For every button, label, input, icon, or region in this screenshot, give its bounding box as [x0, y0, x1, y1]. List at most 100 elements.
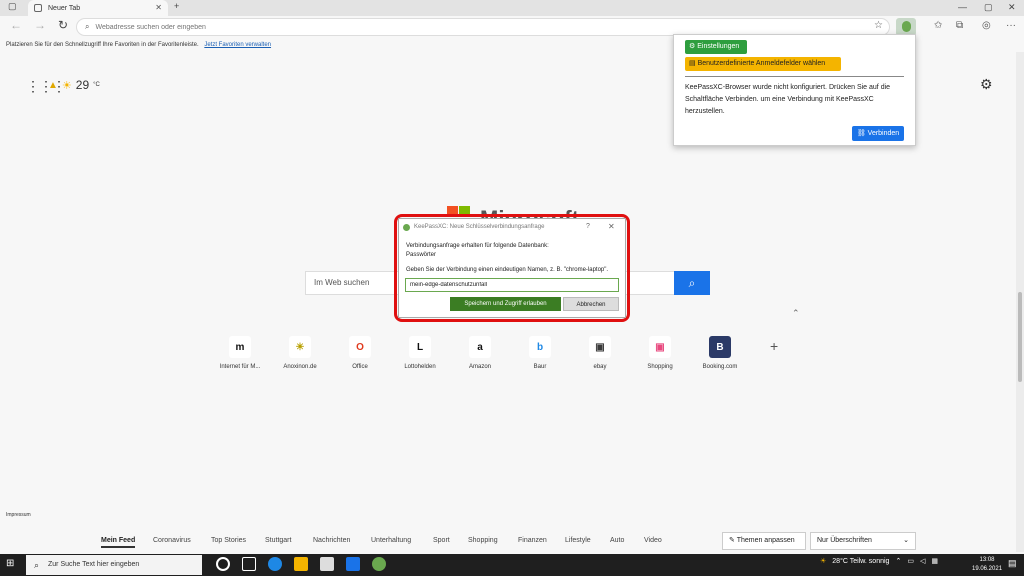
dialog-help-icon[interactable]: ?: [586, 223, 590, 230]
cancel-button[interactable]: Abbrechen: [563, 297, 619, 311]
back-icon[interactable]: ←: [10, 18, 22, 32]
feed-tab[interactable]: Sport: [433, 537, 450, 544]
pencil-icon: ✎: [729, 537, 737, 544]
save-allow-button[interactable]: Speichern und Zugriff erlauben: [450, 297, 561, 311]
weather-tray-icon: ☀: [820, 558, 827, 565]
favorite-star-icon[interactable]: ☆: [874, 20, 883, 31]
notifications-icon[interactable]: ▤: [1008, 558, 1017, 569]
menu-icon[interactable]: ···: [1006, 20, 1016, 31]
manage-favorites-link[interactable]: Jetzt Favoriten verwalten: [204, 42, 271, 48]
settings-label: Einstellungen: [697, 43, 740, 50]
chevron-up-icon[interactable]: ⌃: [792, 308, 800, 319]
quick-link-tile[interactable]: a Amazon: [450, 336, 510, 370]
edge-icon[interactable]: [268, 557, 282, 571]
tile-label: Booking.com: [702, 364, 738, 370]
connection-name-input[interactable]: [405, 278, 619, 292]
window-close-icon[interactable]: ✕: [1008, 2, 1016, 13]
web-search-button[interactable]: ⌕: [674, 271, 710, 295]
keepassxc-taskbar-icon[interactable]: [372, 557, 386, 571]
popup-message: KeePassXC-Browser wurde nicht konfigurie…: [685, 84, 891, 115]
network-icon[interactable]: ▭: [907, 557, 914, 565]
tray-weather-text[interactable]: 28°C Teilw. sonnig: [832, 558, 889, 565]
taskbar-search[interactable]: ⌕ Zur Suche Text hier eingeben: [26, 555, 202, 575]
tile-favicon-icon: ▣: [649, 336, 671, 358]
popup-settings-button[interactable]: ⚙ Einstellungen: [685, 40, 747, 54]
keyboard-icon[interactable]: ▦: [931, 557, 938, 565]
feed-tab[interactable]: Nachrichten: [313, 537, 350, 544]
form-icon: ▤: [689, 60, 698, 67]
feed-tab[interactable]: Mein Feed: [101, 537, 136, 548]
tab-new-tab[interactable]: Neuer Tab ✕: [28, 0, 168, 16]
store-icon[interactable]: [320, 557, 334, 571]
page-scrollbar[interactable]: [1016, 52, 1024, 552]
custom-fields-button[interactable]: ▤ Benutzerdefinierte Anmeldefelder wähle…: [685, 57, 841, 71]
add-tile-icon[interactable]: +: [770, 338, 778, 354]
tray-up-icon[interactable]: ⌃: [895, 557, 901, 565]
new-tab-button[interactable]: +: [174, 1, 179, 11]
impressum-link[interactable]: Impressum: [6, 512, 31, 518]
dialog-request-text: Verbindungsanfrage erhalten für folgende…: [406, 243, 549, 249]
tab-title: Neuer Tab: [48, 4, 81, 12]
quick-link-tile[interactable]: B Booking.com: [690, 336, 750, 370]
tile-label: Anoxinon.de: [283, 364, 317, 370]
tab-favicon-icon: [34, 4, 42, 12]
popup-divider: [685, 76, 904, 77]
quick-link-tile[interactable]: b Baur: [510, 336, 570, 370]
taskbar-clock[interactable]: 13:08 19.06.2021: [972, 556, 1002, 574]
tile-favicon-icon: ☀: [289, 336, 311, 358]
collections-icon[interactable]: ⧉: [956, 20, 963, 31]
warning-icon: ▲: [48, 79, 58, 91]
connect-button[interactable]: ⛓ Verbinden: [852, 126, 904, 141]
dialog-prompt: Geben Sie der Verbindung einen eindeutig…: [406, 267, 609, 273]
tile-label: Amazon: [468, 364, 491, 370]
windows-start-icon[interactable]: ⊞: [6, 558, 14, 569]
tile-label: Lottohelden: [404, 364, 436, 370]
tile-label: Shopping: [647, 364, 673, 370]
page-settings-gear-icon[interactable]: ⚙: [980, 76, 993, 93]
feed-tab[interactable]: Shopping: [468, 537, 498, 544]
profile-icon[interactable]: ◎: [982, 20, 991, 31]
themes-label: Themen anpassen: [736, 537, 795, 544]
feed-tab[interactable]: Stuttgart: [265, 537, 291, 544]
dialog-close-icon[interactable]: ✕: [608, 222, 615, 231]
minimize-icon[interactable]: —: [958, 2, 967, 12]
search-icon: ⌕: [34, 560, 40, 570]
tile-label: Baur: [533, 364, 547, 370]
quick-link-tile[interactable]: ▣ ebay: [570, 336, 630, 370]
feed-tab[interactable]: Finanzen: [518, 537, 547, 544]
headlines-select[interactable]: Nur Überschriften ⌄: [810, 532, 916, 550]
weather-widget[interactable]: ▲ ☀ 29 °C: [48, 78, 100, 92]
customize-themes-button[interactable]: ✎ Themen anpassen: [722, 532, 806, 550]
feed-tab[interactable]: Lifestyle: [565, 537, 591, 544]
file-explorer-icon[interactable]: [294, 557, 308, 571]
temperature-unit: °C: [93, 82, 100, 88]
maximize-icon[interactable]: ▢: [984, 2, 993, 13]
temperature: 29: [75, 78, 90, 92]
quick-link-tile[interactable]: ☀ Anoxinon.de: [270, 336, 330, 370]
favorites-icon[interactable]: ✩: [934, 20, 942, 31]
feed-tab[interactable]: Top Stories: [211, 537, 246, 544]
search-icon: ⌕: [85, 22, 90, 31]
tab-actions-icon[interactable]: ▢: [8, 1, 17, 12]
feed-tab[interactable]: Video: [644, 537, 662, 544]
task-view-icon[interactable]: [242, 557, 256, 571]
feed-tab[interactable]: Auto: [610, 537, 624, 544]
feed-tab[interactable]: Coronavirus: [153, 537, 191, 544]
quick-link-tile[interactable]: O Office: [330, 336, 390, 370]
refresh-icon[interactable]: ↻: [58, 18, 68, 32]
tile-label: Internet für M...: [219, 364, 261, 370]
forward-icon[interactable]: →: [34, 18, 46, 32]
address-input[interactable]: [95, 23, 796, 31]
quick-link-tile[interactable]: L Lottohelden: [390, 336, 450, 370]
quick-link-tile[interactable]: m Internet für M...: [210, 336, 270, 370]
quick-link-tile[interactable]: ▣ Shopping: [630, 336, 690, 370]
volume-icon[interactable]: ◁: [920, 557, 925, 565]
taskbar-search-placeholder: Zur Suche Text hier eingeben: [48, 561, 140, 568]
tile-label: Office: [352, 364, 368, 370]
feed-tab[interactable]: Unterhaltung: [371, 537, 411, 544]
mail-icon[interactable]: [346, 557, 360, 571]
cortana-icon[interactable]: [216, 557, 230, 571]
chevron-down-icon: ⌄: [903, 537, 909, 544]
tab-close-icon[interactable]: ✕: [155, 3, 162, 12]
tile-favicon-icon: O: [349, 336, 371, 358]
